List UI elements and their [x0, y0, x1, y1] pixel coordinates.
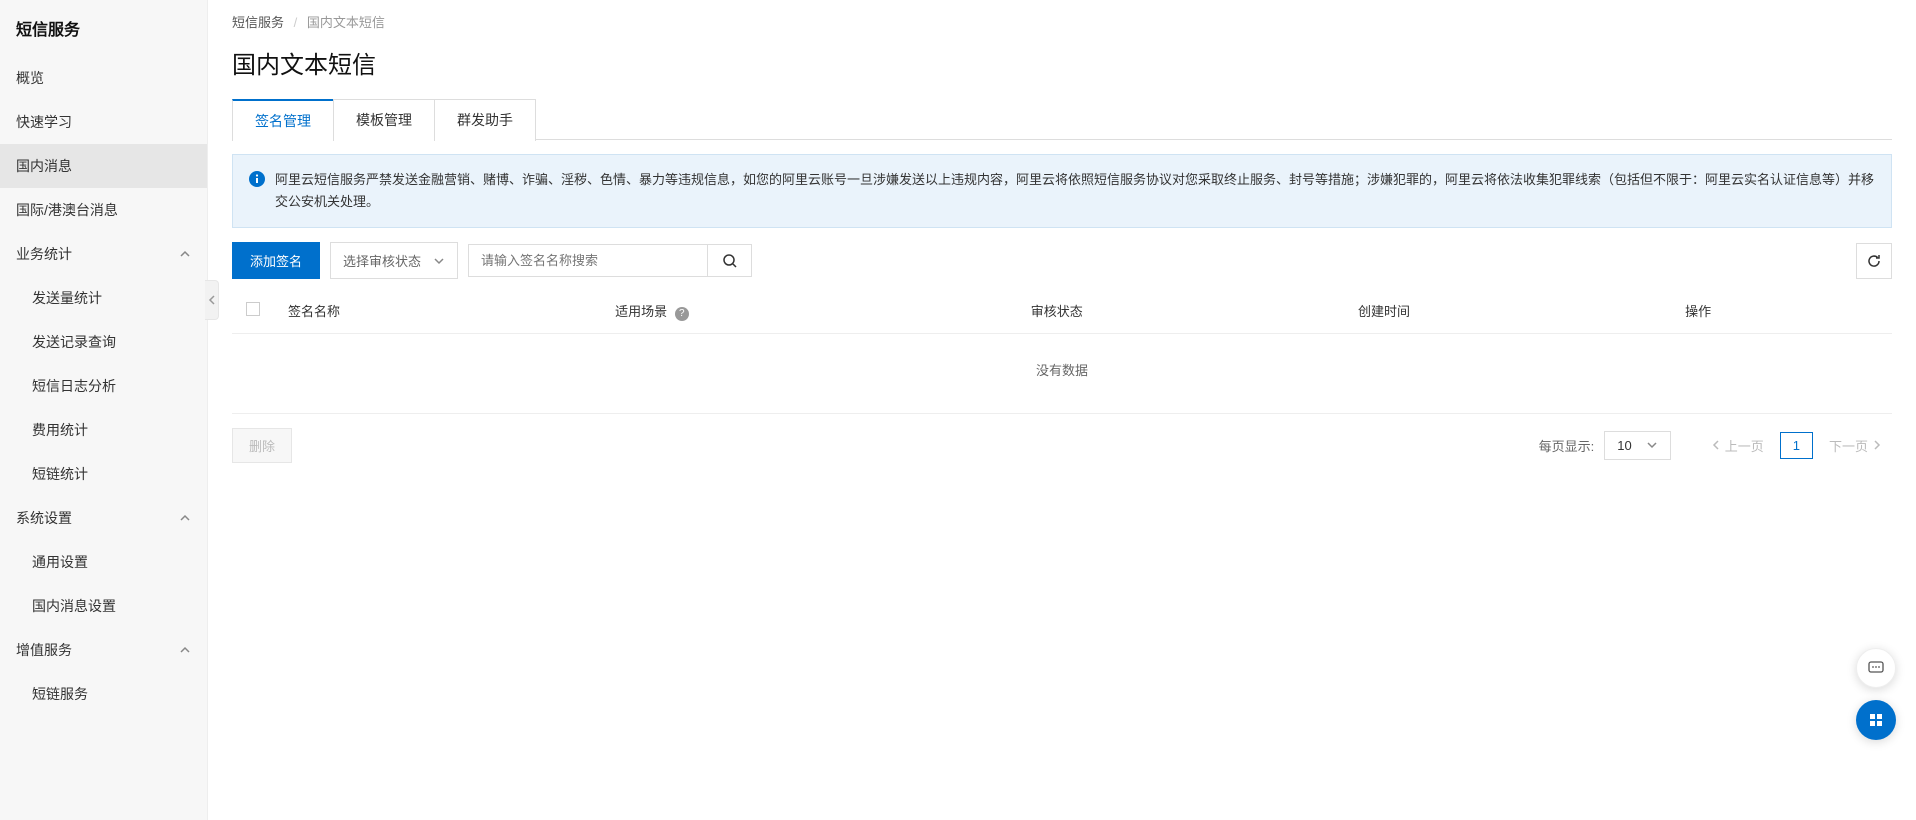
- page-title: 国内文本短信: [232, 45, 1892, 80]
- chevron-up-icon: [179, 248, 191, 260]
- info-banner-text: 阿里云短信服务严禁发送金融营销、赌博、诈骗、淫秽、色情、暴力等违规信息，如您的阿…: [275, 169, 1875, 213]
- breadcrumb-root[interactable]: 短信服务: [232, 15, 284, 30]
- sidebar-subitem-send-records[interactable]: 发送记录查询: [0, 320, 207, 364]
- refresh-button[interactable]: [1856, 243, 1892, 279]
- sidebar-subitem-fee-stats[interactable]: 费用统计: [0, 408, 207, 452]
- tab-signature-mgmt[interactable]: 签名管理: [232, 99, 334, 141]
- col-created-time: 创建时间: [1344, 289, 1671, 333]
- info-icon: [249, 171, 265, 187]
- sidebar-item-label: 发送量统计: [32, 288, 102, 308]
- sidebar-item-overview[interactable]: 概览: [0, 56, 207, 100]
- refresh-icon: [1866, 253, 1882, 269]
- chevron-right-icon: [1872, 440, 1882, 450]
- sidebar-item-label: 国际/港澳台消息: [16, 200, 118, 220]
- sidebar-item-label: 短链统计: [32, 464, 88, 484]
- chevron-down-icon: [1646, 439, 1658, 451]
- chat-icon: [1867, 659, 1885, 677]
- chevron-up-icon: [179, 644, 191, 656]
- sidebar-group-label: 业务统计: [16, 244, 72, 264]
- col-signature-name: 签名名称: [274, 289, 601, 333]
- sidebar-subitem-domestic-settings[interactable]: 国内消息设置: [0, 584, 207, 628]
- search-input[interactable]: [468, 244, 708, 277]
- sidebar-item-label: 通用设置: [32, 552, 88, 572]
- audit-status-select[interactable]: 选择审核状态: [330, 242, 458, 279]
- col-actions: 操作: [1671, 289, 1892, 333]
- sidebar-item-label: 短链服务: [32, 684, 88, 704]
- pagination: 上一页 1 下一页: [1701, 430, 1892, 461]
- floating-actions: [1856, 648, 1896, 740]
- chevron-down-icon: [433, 255, 445, 267]
- tab-template-mgmt[interactable]: 模板管理: [333, 99, 435, 141]
- sidebar-subitem-shortlink-stats[interactable]: 短链统计: [0, 452, 207, 496]
- sidebar-item-label: 费用统计: [32, 420, 88, 440]
- sidebar-item-domestic[interactable]: 国内消息: [0, 144, 207, 188]
- sidebar-item-label: 国内消息设置: [32, 596, 116, 616]
- prev-page-button[interactable]: 上一页: [1701, 430, 1774, 461]
- select-placeholder: 选择审核状态: [343, 251, 421, 270]
- info-banner: 阿里云短信服务严禁发送金融营销、赌博、诈骗、淫秽、色情、暴力等违规信息，如您的阿…: [232, 154, 1892, 228]
- breadcrumb: 短信服务 / 国内文本短信: [232, 12, 1892, 31]
- sidebar-group-label: 系统设置: [16, 508, 72, 528]
- chevron-up-icon: [179, 512, 191, 524]
- sidebar-item-quickstart[interactable]: 快速学习: [0, 100, 207, 144]
- sidebar-subitem-sms-log-analysis[interactable]: 短信日志分析: [0, 364, 207, 408]
- table-footer: 删除 每页显示: 10 上一页 1 下一页: [232, 414, 1892, 463]
- page-size-value: 10: [1617, 438, 1631, 453]
- sidebar-subitem-send-stats[interactable]: 发送量统计: [0, 276, 207, 320]
- signature-table: 签名名称 适用场景 ? 审核状态 创建时间 操作: [232, 289, 1892, 334]
- sidebar-item-international[interactable]: 国际/港澳台消息: [0, 188, 207, 232]
- search-button[interactable]: [708, 244, 752, 277]
- main-content: 短信服务 / 国内文本短信 国内文本短信 签名管理 模板管理 群发助手 阿里云短…: [208, 0, 1916, 820]
- sidebar-group-value-added[interactable]: 增值服务: [0, 628, 207, 672]
- help-icon[interactable]: ?: [675, 307, 689, 321]
- select-all-checkbox[interactable]: [246, 302, 260, 316]
- page-number-current[interactable]: 1: [1780, 432, 1813, 459]
- sidebar-item-label: 国内消息: [16, 156, 72, 176]
- next-page-label: 下一页: [1829, 436, 1868, 455]
- feedback-button[interactable]: [1856, 648, 1896, 688]
- sidebar-group-label: 增值服务: [16, 640, 72, 660]
- sidebar: 短信服务 概览 快速学习 国内消息 国际/港澳台消息 业务统计 发送量统计 发送…: [0, 0, 208, 820]
- tabs: 签名管理 模板管理 群发助手: [232, 98, 1892, 140]
- tab-batch-send[interactable]: 群发助手: [434, 99, 536, 141]
- col-audit-status: 审核状态: [1017, 289, 1344, 333]
- sidebar-item-label: 概览: [16, 68, 44, 88]
- toolbar: 添加签名 选择审核状态: [232, 242, 1892, 279]
- chevron-left-icon: [1711, 440, 1721, 450]
- breadcrumb-current: 国内文本短信: [307, 15, 385, 30]
- prev-page-label: 上一页: [1725, 436, 1764, 455]
- search-wrap: [468, 244, 752, 277]
- search-icon: [722, 253, 738, 269]
- delete-button[interactable]: 删除: [232, 428, 292, 463]
- sidebar-group-system-settings[interactable]: 系统设置: [0, 496, 207, 540]
- add-signature-button[interactable]: 添加签名: [232, 242, 320, 279]
- sidebar-item-label: 快速学习: [16, 112, 72, 132]
- sidebar-subitem-shortlink-service[interactable]: 短链服务: [0, 672, 207, 716]
- sidebar-title: 短信服务: [0, 0, 207, 56]
- page-size-label: 每页显示:: [1539, 436, 1595, 455]
- sidebar-group-business-stats[interactable]: 业务统计: [0, 232, 207, 276]
- breadcrumb-separator: /: [294, 15, 298, 30]
- col-scenario-label: 适用场景: [615, 304, 667, 319]
- sidebar-item-label: 发送记录查询: [32, 332, 116, 352]
- col-scenario: 适用场景 ?: [601, 289, 1017, 333]
- next-page-button[interactable]: 下一页: [1819, 430, 1892, 461]
- apps-button[interactable]: [1856, 700, 1896, 740]
- table-header-row: 签名名称 适用场景 ? 审核状态 创建时间 操作: [232, 289, 1892, 333]
- sidebar-subitem-general-settings[interactable]: 通用设置: [0, 540, 207, 584]
- page-size-select[interactable]: 10: [1604, 431, 1670, 460]
- table-empty-state: 没有数据: [232, 334, 1892, 413]
- sidebar-item-label: 短信日志分析: [32, 376, 116, 396]
- grid-icon: [1867, 711, 1885, 729]
